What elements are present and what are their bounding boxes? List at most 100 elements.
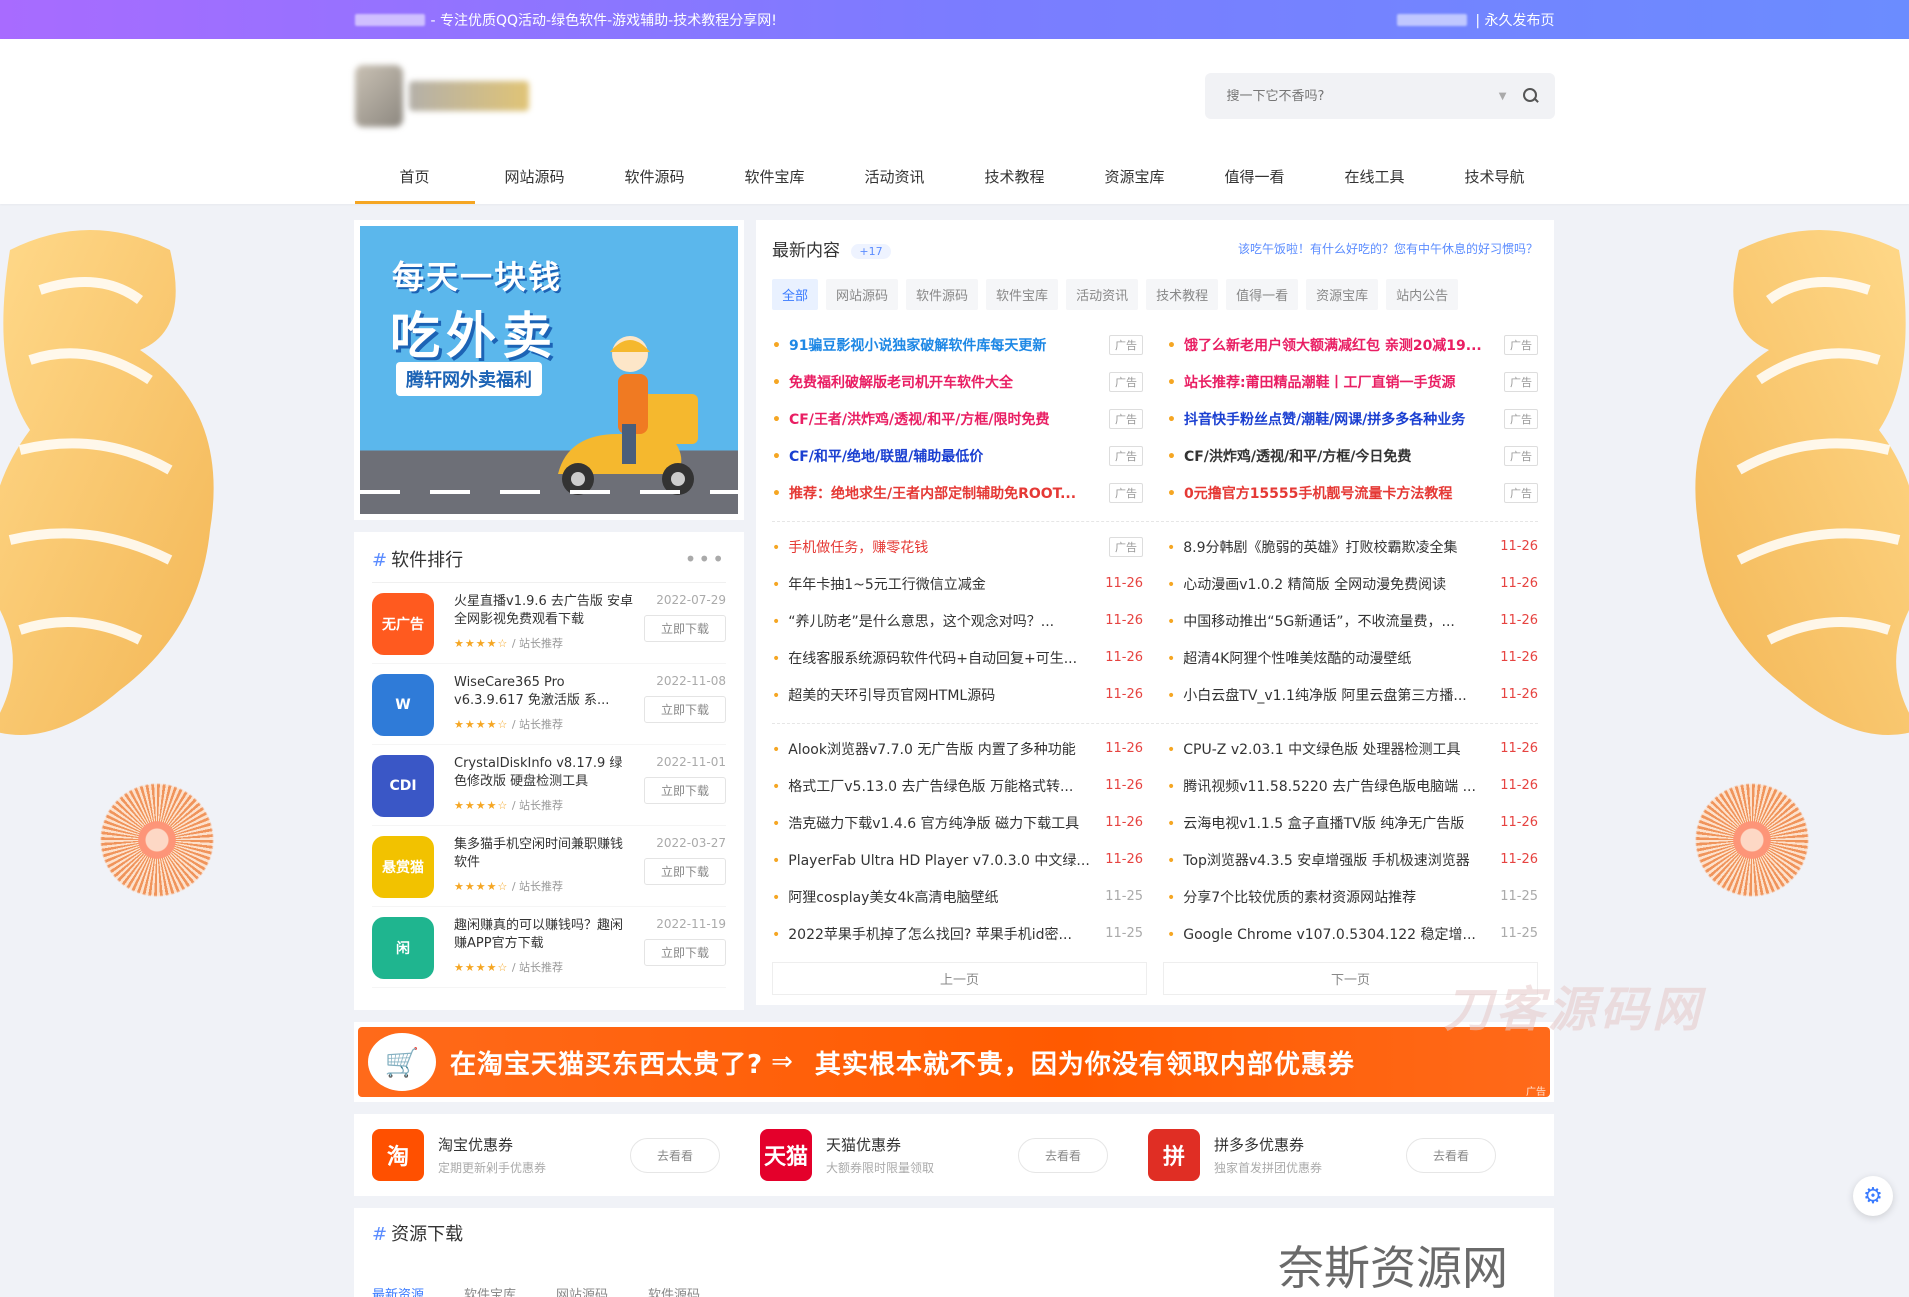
article-link[interactable]: 手机做任务，赚零花钱 xyxy=(772,537,1109,557)
list-item[interactable]: 阿狸cosplay美女4k高清电脑壁纸11-25 xyxy=(772,878,1143,915)
download-button[interactable]: 立即下载 xyxy=(643,615,726,642)
rank-item[interactable]: 无广告 火星直播v1.9.6 去广告版 安卓全网影视免费观看下载 ★★★★☆ /… xyxy=(372,583,726,664)
coupon-name[interactable]: 拼多多优惠券 xyxy=(1214,1134,1406,1155)
nav-item-online-tools[interactable]: 在线工具 xyxy=(1315,152,1435,204)
rank-item[interactable]: CDI CrystalDiskInfo v8.17.9 绿色修改版 硬盘检测工具… xyxy=(372,745,726,826)
article-link[interactable]: 腾讯视频v11.58.5220 去广告绿色版电脑端 ... xyxy=(1167,776,1500,796)
gear-icon[interactable]: ⚙ xyxy=(1853,1176,1893,1216)
app-icon[interactable]: 无广告 xyxy=(372,593,434,655)
list-item[interactable]: 分享7个比较优质的素材资源网站推荐11-25 xyxy=(1167,878,1538,915)
nav-item-software-library[interactable]: 软件宝库 xyxy=(715,152,835,204)
nav-item-website-source[interactable]: 网站源码 xyxy=(475,152,595,204)
list-item[interactable]: Google Chrome v107.0.5304.122 稳定增...11-2… xyxy=(1167,915,1538,952)
article-link[interactable]: Google Chrome v107.0.5304.122 稳定增... xyxy=(1167,924,1500,944)
list-item[interactable]: 云海电视v1.1.5 盒子直播TV版 纯净无广告版11-26 xyxy=(1167,804,1538,841)
article-link[interactable]: Alook浏览器v7.7.0 无广告版 内置了多种功能 xyxy=(772,739,1105,759)
app-icon[interactable]: W xyxy=(372,674,434,736)
latest-tab[interactable]: 技术教程 xyxy=(1146,279,1219,310)
resource-tab[interactable]: 网站源码 xyxy=(556,1284,608,1297)
list-item[interactable]: “养儿防老”是什么意思，这个观念对吗？...11-26 xyxy=(772,602,1143,639)
ad-link[interactable]: 91骗豆影视小说独家破解软件库每天更新 xyxy=(772,335,1109,355)
article-link[interactable]: 心动漫画v1.0.2 精简版 全网动漫免费阅读 xyxy=(1167,574,1500,594)
article-link[interactable]: “养儿防老”是什么意思，这个观念对吗？... xyxy=(772,611,1105,631)
takeout-banner[interactable]: 每天一块钱 吃外卖 腾轩网外卖福利 xyxy=(354,220,744,520)
article-link[interactable]: 分享7个比较优质的素材资源网站推荐 xyxy=(1167,887,1500,907)
nav-item-tech-tutorial[interactable]: 技术教程 xyxy=(955,152,1075,204)
app-name[interactable]: WiseCare365 Pro v6.3.9.617 免激活版 系... xyxy=(454,674,634,710)
download-button[interactable]: 立即下载 xyxy=(643,858,726,885)
ad-list-item[interactable]: CF/王者/洪炸鸡/透视/和平/方框/限时免费广告 xyxy=(772,400,1143,437)
list-item[interactable]: 格式工厂v5.13.0 去广告绿色版 万能格式转...11-26 xyxy=(772,767,1143,804)
ad-list-item[interactable]: 91骗豆影视小说独家破解软件库每天更新广告 xyxy=(772,326,1143,363)
ad-link[interactable]: CF/和平/绝地/联盟/辅助最低价 xyxy=(772,446,1109,466)
go-see-button[interactable]: 去看看 xyxy=(629,1137,720,1173)
download-button[interactable]: 立即下载 xyxy=(643,696,726,723)
coupon-item[interactable]: 拼 拼多多优惠券 独家首发拼团优惠券 去看看 xyxy=(1148,1114,1536,1196)
list-item[interactable]: 2022苹果手机掉了怎么找回? 苹果手机id密...11-25 xyxy=(772,915,1143,952)
go-see-button[interactable]: 去看看 xyxy=(1405,1137,1496,1173)
article-link[interactable]: 云海电视v1.1.5 盒子直播TV版 纯净无广告版 xyxy=(1167,813,1500,833)
article-link[interactable]: 年年卡抽1~5元工行微信立减金 xyxy=(772,574,1105,594)
article-link[interactable]: 2022苹果手机掉了怎么找回? 苹果手机id密... xyxy=(772,924,1105,944)
article-link[interactable]: PlayerFab Ultra HD Player v7.0.3.0 中文绿..… xyxy=(772,850,1105,870)
app-name[interactable]: 集多猫手机空闲时间兼职赚钱软件 xyxy=(454,836,634,872)
latest-tab[interactable]: 网站源码 xyxy=(826,279,899,310)
nav-item-activity-news[interactable]: 活动资讯 xyxy=(835,152,955,204)
article-link[interactable]: 小白云盘TV_v1.1纯净版 阿里云盘第三方播... xyxy=(1167,685,1500,705)
coupon-name[interactable]: 淘宝优惠券 xyxy=(438,1134,630,1155)
prev-page-button[interactable]: 上一页 xyxy=(772,962,1147,995)
app-icon[interactable]: 闲 xyxy=(372,917,434,979)
nav-item-worth-seeing[interactable]: 值得一看 xyxy=(1195,152,1315,204)
list-item[interactable]: 8.9分韩剧《脆弱的英雄》打败校霸欺凌全集11-26 xyxy=(1167,528,1538,565)
nav-item-software-source[interactable]: 软件源码 xyxy=(595,152,715,204)
ad-list-item[interactable]: CF/洪炸鸡/透视/和平/方框/今日免费广告 xyxy=(1167,437,1538,474)
ad-list-item[interactable]: 免费福利破解版老司机开车软件大全广告 xyxy=(772,363,1143,400)
list-item[interactable]: 超美的天环引导页官网HTML源码11-26 xyxy=(772,676,1143,713)
list-item[interactable]: 手机做任务，赚零花钱广告 xyxy=(772,528,1143,565)
latest-tab[interactable]: 资源宝库 xyxy=(1306,279,1379,310)
article-link[interactable]: 超美的天环引导页官网HTML源码 xyxy=(772,685,1105,705)
more-icon[interactable]: ••• xyxy=(685,547,726,571)
list-item[interactable]: 年年卡抽1~5元工行微信立减金11-26 xyxy=(772,565,1143,602)
app-name[interactable]: CrystalDiskInfo v8.17.9 绿色修改版 硬盘检测工具 xyxy=(454,755,634,791)
app-icon[interactable]: 悬赏猫 xyxy=(372,836,434,898)
rank-item[interactable]: 悬赏猫 集多猫手机空闲时间兼职赚钱软件 ★★★★☆ / 站长推荐 2022-03… xyxy=(372,826,726,907)
ad-list-item[interactable]: 0元撸官方15555手机靓号流量卡方法教程广告 xyxy=(1167,474,1538,511)
site-logo[interactable] xyxy=(354,61,555,131)
chevron-down-icon[interactable]: ▼ xyxy=(1499,91,1507,102)
ad-link[interactable]: 站长推荐:莆田精品潮鞋丨工厂直销一手货源 xyxy=(1167,372,1504,392)
ad-link[interactable]: 免费福利破解版老司机开车软件大全 xyxy=(772,372,1109,392)
search-input[interactable] xyxy=(1226,88,1499,104)
ad-list-item[interactable]: CF/和平/绝地/联盟/辅助最低价广告 xyxy=(772,437,1143,474)
list-item[interactable]: 腾讯视频v11.58.5220 去广告绿色版电脑端 ...11-26 xyxy=(1167,767,1538,804)
list-item[interactable]: Alook浏览器v7.7.0 无广告版 内置了多种功能11-26 xyxy=(772,730,1143,767)
ad-link[interactable]: 饿了么新老用户领大额满减红包 亲测20减19... xyxy=(1167,335,1504,355)
latest-tab[interactable]: 软件源码 xyxy=(906,279,979,310)
ad-list-item[interactable]: 站长推荐:莆田精品潮鞋丨工厂直销一手货源广告 xyxy=(1167,363,1538,400)
list-item[interactable]: PlayerFab Ultra HD Player v7.0.3.0 中文绿..… xyxy=(772,841,1143,878)
list-item[interactable]: 在线客服系统源码软件代码+自动回复+可生...11-26 xyxy=(772,639,1143,676)
download-button[interactable]: 立即下载 xyxy=(643,777,726,804)
article-link[interactable]: 中国移动推出“5G新通话”，不收流量费，... xyxy=(1167,611,1500,631)
article-link[interactable]: 在线客服系统源码软件代码+自动回复+可生... xyxy=(772,648,1105,668)
list-item[interactable]: 小白云盘TV_v1.1纯净版 阿里云盘第三方播...11-26 xyxy=(1167,676,1538,713)
article-link[interactable]: CPU-Z v2.03.1 中文绿色版 处理器检测工具 xyxy=(1167,739,1500,759)
ad-list-item[interactable]: 推荐：绝地求生/王者内部定制辅助免ROOT...广告 xyxy=(772,474,1143,511)
ad-link[interactable]: 抖音快手粉丝点赞/潮鞋/网课/拼多多各种业务 xyxy=(1167,409,1504,429)
taobao-promo-banner[interactable]: 🛒 在淘宝天猫买东西太贵了? ⇒ 其实根本就不贵，因为你没有领取内部优惠券 广告 xyxy=(354,1022,1554,1102)
latest-tab[interactable]: 活动资讯 xyxy=(1066,279,1139,310)
latest-tab[interactable]: 全部 xyxy=(772,279,819,310)
go-see-button[interactable]: 去看看 xyxy=(1017,1137,1108,1173)
ad-list-item[interactable]: 抖音快手粉丝点赞/潮鞋/网课/拼多多各种业务广告 xyxy=(1167,400,1538,437)
app-name[interactable]: 火星直播v1.9.6 去广告版 安卓全网影视免费观看下载 xyxy=(454,593,634,629)
resource-tab[interactable]: 最新资源 xyxy=(372,1284,424,1297)
latest-tab[interactable]: 站内公告 xyxy=(1386,279,1459,310)
ad-link[interactable]: CF/王者/洪炸鸡/透视/和平/方框/限时免费 xyxy=(772,409,1109,429)
ad-link[interactable]: 推荐：绝地求生/王者内部定制辅助免ROOT... xyxy=(772,483,1109,503)
app-icon[interactable]: CDI xyxy=(372,755,434,817)
list-item[interactable]: 超清4K阿狸个性唯美炫酷的动漫壁纸11-26 xyxy=(1167,639,1538,676)
ad-link[interactable]: 0元撸官方15555手机靓号流量卡方法教程 xyxy=(1167,483,1504,503)
resource-tab[interactable]: 软件源码 xyxy=(648,1284,700,1297)
article-link[interactable]: 格式工厂v5.13.0 去广告绿色版 万能格式转... xyxy=(772,776,1105,796)
permanent-link[interactable]: | 永久发布页 xyxy=(1475,10,1554,30)
